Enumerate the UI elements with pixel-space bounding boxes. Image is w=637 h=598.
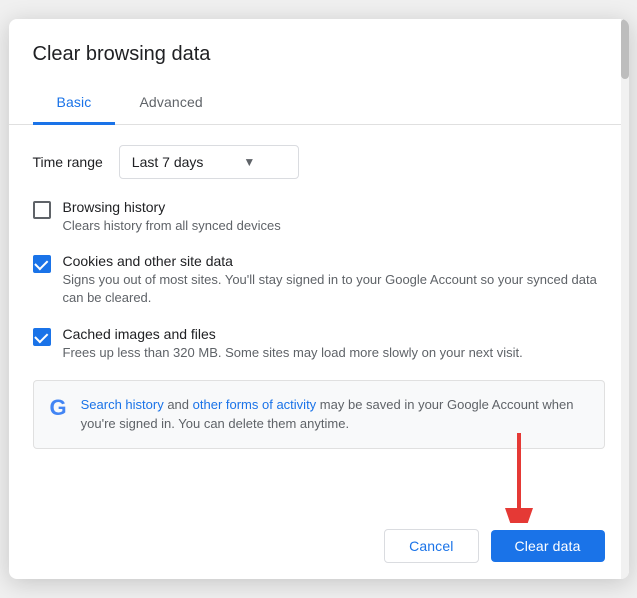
- browsing-history-desc: Clears history from all synced devices: [63, 217, 605, 235]
- cached-desc: Frees up less than 320 MB. Some sites ma…: [63, 344, 605, 362]
- time-range-row: Time range Last 7 days ▼: [33, 145, 605, 179]
- dialog-content: Time range Last 7 days ▼ Browsing histor…: [9, 125, 629, 513]
- cached-row: Cached images and files Frees up less th…: [33, 326, 605, 362]
- time-range-label: Time range: [33, 154, 103, 170]
- cached-title: Cached images and files: [63, 326, 605, 342]
- time-range-select[interactable]: Last 7 days ▼: [119, 145, 299, 179]
- cookies-desc: Signs you out of most sites. You'll stay…: [63, 271, 605, 307]
- cached-checkbox[interactable]: [33, 328, 51, 346]
- tabs-container: Basic Advanced: [9, 82, 629, 125]
- info-text: Search history and other forms of activi…: [81, 395, 588, 434]
- dialog-title: Clear browsing data: [9, 19, 629, 66]
- clear-browsing-data-dialog: Clear browsing data Basic Advanced Time …: [9, 19, 629, 579]
- dialog-footer: Cancel Clear data: [9, 513, 629, 579]
- cookies-checkbox-wrap: [33, 255, 51, 273]
- dropdown-arrow-icon: ▼: [243, 155, 255, 169]
- other-activity-link[interactable]: other forms of activity: [193, 397, 317, 412]
- browsing-history-row: Browsing history Clears history from all…: [33, 199, 605, 235]
- cookies-row: Cookies and other site data Signs you ou…: [33, 253, 605, 307]
- tab-advanced[interactable]: Advanced: [115, 82, 226, 125]
- info-box: G Search history and other forms of acti…: [33, 380, 605, 449]
- scrollbar[interactable]: [621, 19, 629, 579]
- clear-data-button[interactable]: Clear data: [491, 530, 605, 562]
- google-logo: G: [50, 395, 67, 421]
- scrollbar-thumb[interactable]: [621, 19, 629, 79]
- cached-checkbox-wrap: [33, 328, 51, 346]
- cookies-text: Cookies and other site data Signs you ou…: [63, 253, 605, 307]
- cached-text: Cached images and files Frees up less th…: [63, 326, 605, 362]
- browsing-history-title: Browsing history: [63, 199, 605, 215]
- browsing-history-checkbox[interactable]: [33, 201, 51, 219]
- cookies-title: Cookies and other site data: [63, 253, 605, 269]
- search-history-link[interactable]: Search history: [81, 397, 164, 412]
- cookies-checkbox[interactable]: [33, 255, 51, 273]
- browsing-history-checkbox-wrap: [33, 201, 51, 219]
- browsing-history-text: Browsing history Clears history from all…: [63, 199, 605, 235]
- cancel-button[interactable]: Cancel: [384, 529, 478, 563]
- time-range-value: Last 7 days: [132, 154, 204, 170]
- info-text-mid1: and: [164, 397, 193, 412]
- tab-basic[interactable]: Basic: [33, 82, 116, 125]
